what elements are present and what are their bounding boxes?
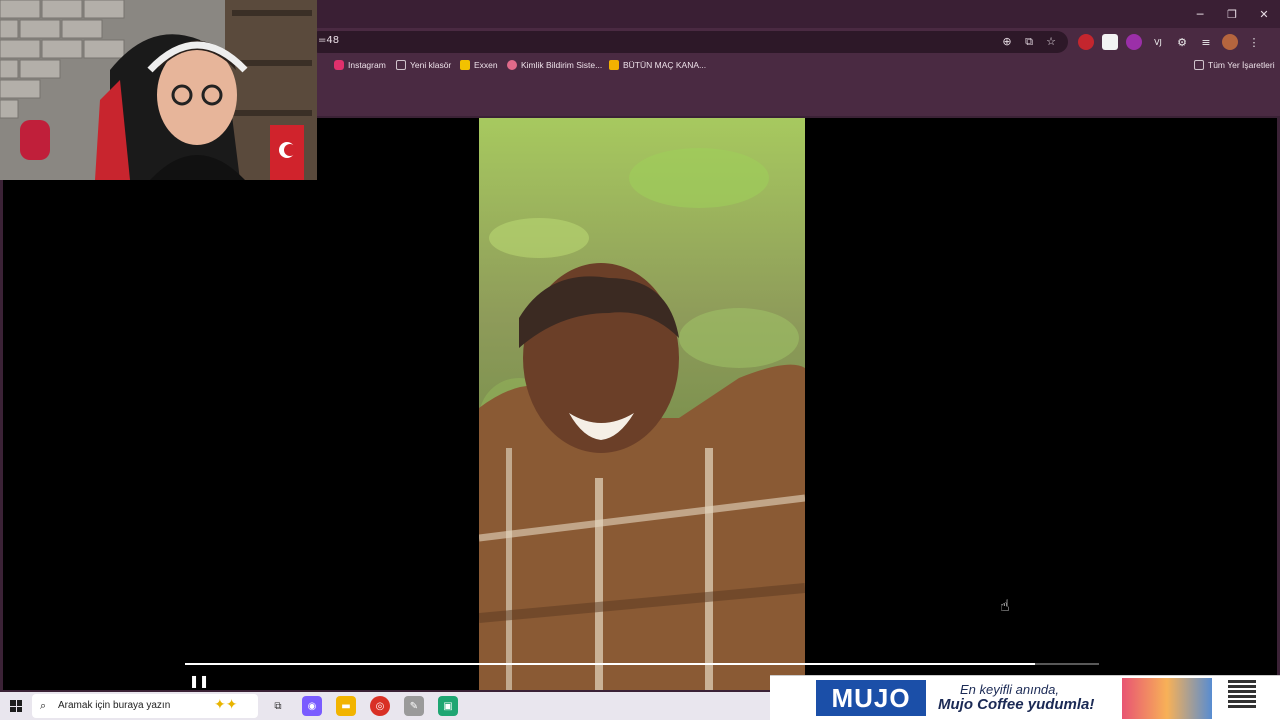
- extension-white-icon[interactable]: [1102, 34, 1118, 50]
- windows-start-icon[interactable]: [10, 700, 22, 712]
- chat-app-icon[interactable]: ▣: [438, 696, 458, 716]
- search-icon: ⌕: [40, 699, 47, 712]
- zoom-icon[interactable]: ⊕: [1000, 35, 1014, 49]
- exxen-icon: [460, 60, 470, 70]
- chrome-icon[interactable]: ◎: [370, 696, 390, 716]
- taskbar-apps: ⧉ ◉ ▬ ◎ ✎ ▣: [268, 696, 458, 716]
- folder-icon: [396, 60, 406, 70]
- bookmark-kimlik[interactable]: Kimlik Bildirim Siste...: [507, 60, 602, 70]
- screen: ─ ❐ ✕ =48 ⊕ ⧉ ☆ VJ ⚙ ≡ ⋮ Instagram Yeni …: [0, 0, 1280, 720]
- video-player[interactable]: ❚❚: [181, 118, 1105, 690]
- bookmark-label: Yeni klasör: [410, 60, 452, 70]
- puzzle-icon[interactable]: ⚙: [1174, 34, 1190, 50]
- mouse-cursor-icon: ☝: [1000, 596, 1010, 615]
- extension-vj-icon[interactable]: VJ: [1150, 34, 1166, 50]
- video-progress-bar[interactable]: [185, 663, 1099, 665]
- webcam-image: [0, 0, 317, 180]
- extension-purple-icon[interactable]: [1126, 34, 1142, 50]
- ad-line-2: Mujo Coffee yudumla!: [938, 696, 1095, 713]
- folder-icon: [1194, 60, 1204, 70]
- cast-icon[interactable]: ⧉: [1022, 35, 1036, 49]
- taskbar-search[interactable]: ⌕ Aramak için buraya yazın ✦✦: [32, 694, 258, 718]
- ad-line-1: En keyifli anında,: [960, 682, 1060, 697]
- media-control-icon[interactable]: ≡: [1198, 34, 1214, 50]
- all-bookmarks-label: Tüm Yer İşaretleri: [1208, 60, 1275, 70]
- feather-icon: [507, 60, 517, 70]
- task-view-icon[interactable]: ⧉: [268, 696, 288, 716]
- extensions-area: VJ ⚙ ≡ ⋮: [1078, 34, 1262, 50]
- copilot-icon[interactable]: ◉: [302, 696, 322, 716]
- ad-banner[interactable]: MUJO En keyifli anında, Mujo Coffee yudu…: [770, 675, 1280, 720]
- bookmark-yeni-klasor[interactable]: Yeni klasör: [396, 60, 451, 70]
- ad-product-image: [1122, 678, 1212, 719]
- minimize-button[interactable]: ─: [1184, 0, 1216, 28]
- jp-icon: [609, 60, 619, 70]
- bookmark-instagram[interactable]: Instagram: [334, 60, 386, 70]
- address-text[interactable]: =48: [318, 35, 339, 46]
- all-bookmarks[interactable]: Tüm Yer İşaretleri: [1194, 60, 1275, 70]
- mujo-logo: MUJO: [816, 680, 926, 716]
- profile-avatar[interactable]: [1222, 34, 1238, 50]
- pause-button[interactable]: ❚❚: [189, 674, 209, 688]
- app-icon[interactable]: ✎: [404, 696, 424, 716]
- webcam-overlay: [0, 0, 317, 180]
- bookmark-label: Exxen: [474, 60, 498, 70]
- bookmark-butun-mac[interactable]: BÜTÜN MAÇ KANA...: [609, 60, 706, 70]
- sparkle-icon: ✦✦: [214, 697, 238, 713]
- bookmark-label: Kimlik Bildirim Siste...: [521, 60, 603, 70]
- search-placeholder: Aramak için buraya yazın: [58, 700, 171, 711]
- bookmark-exxen[interactable]: Exxen: [460, 60, 498, 70]
- file-explorer-icon[interactable]: ▬: [336, 696, 356, 716]
- instagram-icon: [334, 60, 344, 70]
- video-image: [479, 118, 805, 690]
- page-content: ❚❚ ☝: [0, 116, 1280, 692]
- star-icon[interactable]: ☆: [1044, 35, 1058, 49]
- bookmark-label: Instagram: [348, 60, 386, 70]
- video-progress-fill: [185, 663, 1036, 665]
- close-button[interactable]: ✕: [1248, 0, 1280, 28]
- extension-red-icon[interactable]: [1078, 34, 1094, 50]
- menu-icon[interactable]: ⋮: [1246, 34, 1262, 50]
- qr-code-icon: [1228, 680, 1256, 708]
- window-controls: ─ ❐ ✕: [1184, 0, 1280, 28]
- bookmark-label: BÜTÜN MAÇ KANA...: [623, 60, 707, 70]
- restore-button[interactable]: ❐: [1216, 0, 1248, 28]
- address-bar[interactable]: =48 ⊕ ⧉ ☆: [308, 31, 1068, 53]
- video-frame[interactable]: [479, 118, 805, 690]
- page-background: ❚❚ ☝: [3, 118, 1277, 690]
